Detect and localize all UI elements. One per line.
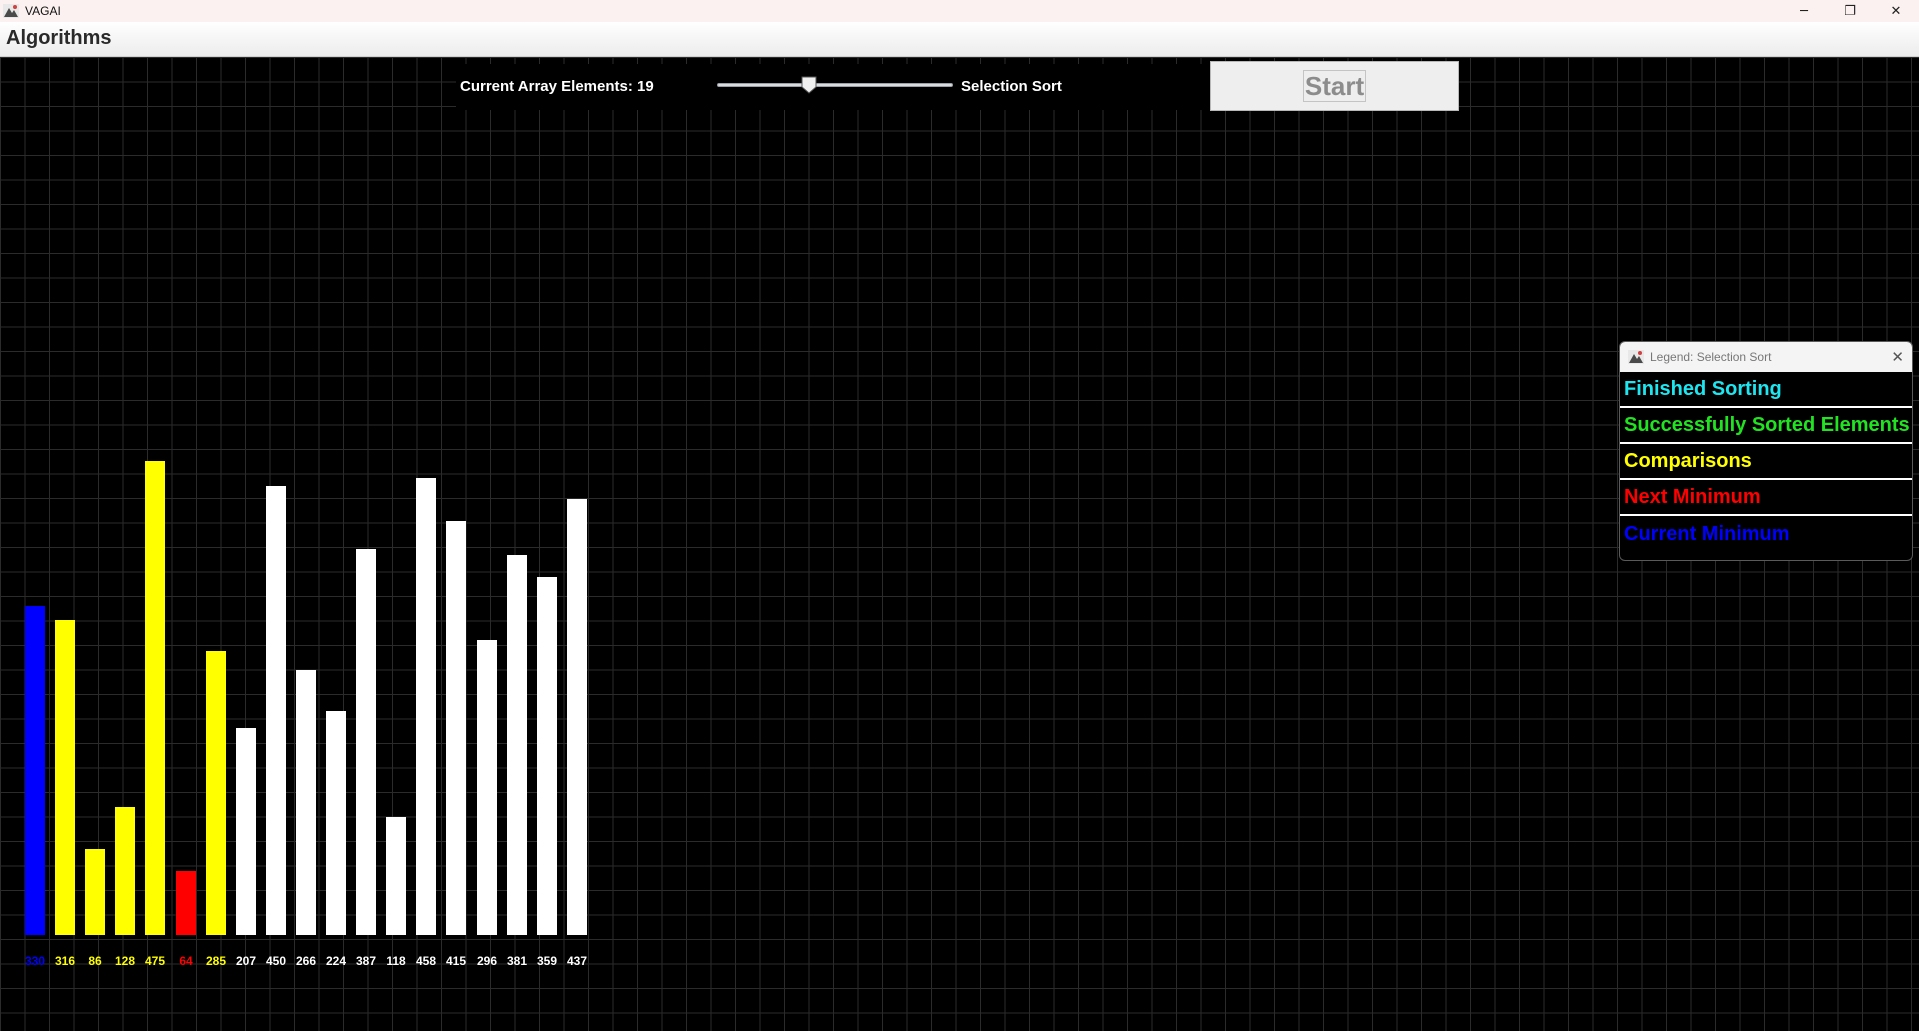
array-bar: [296, 670, 316, 935]
array-bar: [25, 606, 45, 935]
legend-window: Legend: Selection Sort ✕ Finished Sortin…: [1619, 341, 1913, 561]
array-bar: [176, 871, 196, 935]
array-bar: [386, 817, 406, 935]
legend-titlebar: Legend: Selection Sort ✕: [1620, 342, 1912, 372]
legend-item-current-minimum: Current Minimum: [1624, 522, 1790, 545]
legend-item-next-minimum: Next Minimum: [1620, 480, 1912, 516]
array-bar: [416, 478, 436, 935]
array-bar: [115, 807, 135, 935]
array-bar: [356, 549, 376, 935]
array-bar: [266, 486, 286, 935]
legend-app-icon: [1628, 350, 1644, 364]
array-bar: [236, 728, 256, 935]
array-bar-value: 437: [566, 954, 588, 968]
legend-title: Legend: Selection Sort: [1650, 350, 1772, 364]
array-bar: [567, 499, 587, 935]
legend-item-comparisons: Comparisons: [1620, 444, 1912, 480]
array-bar: [55, 620, 75, 935]
legend-item-finished: Finished Sorting: [1620, 372, 1912, 408]
array-bar: [206, 651, 226, 935]
array-bar: [326, 711, 346, 935]
legend-item-sorted: Successfully Sorted Elements: [1620, 408, 1912, 444]
array-bar: [537, 577, 557, 935]
array-bar: [477, 640, 497, 935]
close-icon[interactable]: ✕: [1891, 348, 1904, 366]
array-bar: [145, 461, 165, 935]
array-bar: [85, 849, 105, 935]
array-bar: [446, 521, 466, 935]
array-bar: [507, 555, 527, 935]
